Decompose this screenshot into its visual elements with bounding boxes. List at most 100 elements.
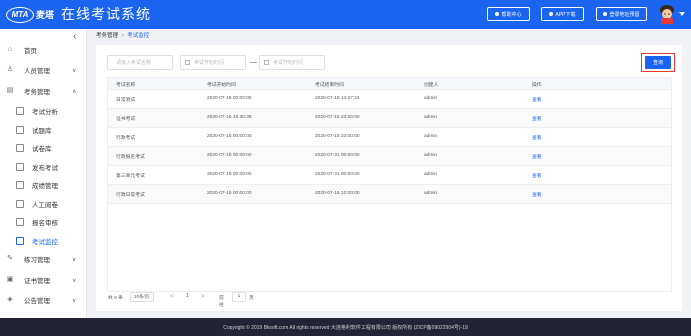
sidebar-item-announcement[interactable]: ◈ 公告管理 ∨: [0, 291, 87, 309]
analysis-icon: [16, 107, 24, 115]
start-time-cell: 2020-07-15 00:00:00: [207, 134, 252, 139]
chevron-down-icon: ∨: [72, 67, 77, 74]
table-header: 考试名称 考试开始时间 考试结束时间 创建人 操作: [108, 78, 671, 90]
avatar-dropdown-icon[interactable]: [679, 12, 685, 16]
exam-name-cell: 日常测试: [116, 98, 136, 103]
main-panel: 请输入考试名称 考试开始时间 — 考试开始时间 查询 考试名称 考试开始时间 考…: [96, 45, 682, 311]
top-header: MTA 麦塔 在线考试系统 帮助中心 APP下载 登录地址预留: [0, 0, 691, 29]
view-link[interactable]: 查看: [532, 115, 542, 122]
table-row: 第三单元考试 2020-07-15 00:00:00 2020-07-31 00…: [108, 166, 671, 185]
sidebar-subitem-label: 发布考试: [32, 165, 58, 172]
view-link[interactable]: 查看: [532, 172, 542, 179]
calendar-icon: [185, 60, 190, 65]
person-icon: ♙: [6, 66, 14, 73]
login-address-label: 登录地址预留: [609, 11, 640, 18]
creator-cell: admin: [424, 96, 438, 101]
sidebar-item-practice[interactable]: ✎ 练习管理 ∨: [0, 250, 87, 268]
sidebar-subitem-manual-grading[interactable]: 人工阅卷: [0, 195, 87, 213]
document-icon: ▤: [6, 87, 14, 94]
query-button[interactable]: 查询: [645, 56, 671, 69]
sidebar-subitem-label: 人工阅卷: [32, 202, 58, 209]
end-time-placeholder: 考试开始时间: [273, 60, 304, 66]
end-time-cell: 2020-07-31 00:00:00: [315, 172, 360, 177]
exam-name-cell: 证书考试: [116, 117, 136, 122]
breadcrumb: 考务管理 > 考试监控: [96, 31, 149, 39]
start-time-input[interactable]: 考试开始时间: [180, 55, 246, 70]
sidebar-subitem-label: 考试监控: [32, 239, 58, 246]
sidebar-item-label: 公告管理: [24, 298, 50, 305]
next-page-icon[interactable]: >: [201, 294, 205, 300]
sidebar-item-exam-affairs[interactable]: ▤ 考务管理 ∧: [0, 82, 87, 100]
sidebar: ‹ ⌂ 首页 ♙ 人员管理 ∨ ▤ 考务管理 ∧ 考试分析 试题库 试卷库 发布…: [0, 29, 87, 318]
table-row: 行政报名考试 2020-07-16 00:00:00 2020-07-31 00…: [108, 147, 671, 166]
login-address-button[interactable]: 登录地址预留: [596, 7, 647, 21]
sidebar-subitem-exam-monitor[interactable]: 考试监控: [0, 232, 87, 250]
sidebar-subitem-label: 试卷库: [32, 146, 52, 153]
breadcrumb-current: 考试监控: [127, 33, 150, 39]
app-title: 在线考试系统: [61, 6, 151, 22]
view-link[interactable]: 查看: [532, 96, 542, 103]
view-link[interactable]: 查看: [532, 153, 542, 160]
page-size-select[interactable]: 10条/页: [130, 292, 154, 302]
view-link[interactable]: 查看: [532, 134, 542, 141]
sidebar-subitem-paper-bank[interactable]: 试卷库: [0, 139, 87, 157]
table-row: 行政考试 2020-07-15 00:00:00 2020-07-15 23:0…: [108, 128, 671, 147]
logo-badge: MTA: [6, 6, 34, 23]
end-time-cell: 2020-07-15 23:00:00: [315, 134, 360, 139]
home-icon: ⌂: [7, 46, 13, 53]
chevron-down-icon: ∨: [72, 256, 77, 263]
sidebar-subitem-exam-analysis[interactable]: 考试分析: [0, 102, 87, 120]
end-time-cell: 2020-07-15 12:00:00: [315, 191, 360, 196]
start-time-cell: 2020-07-16 00:00:00: [207, 153, 252, 158]
sidebar-item-label: 证书管理: [24, 278, 50, 285]
exam-name-input[interactable]: 请输入考试名称: [107, 55, 173, 70]
column-header: 考试结束时间: [315, 83, 344, 88]
app-download-button[interactable]: APP下载: [541, 7, 584, 21]
announcement-icon: ◈: [7, 296, 13, 303]
avatar-icon[interactable]: [659, 4, 675, 24]
prev-page-icon[interactable]: <: [170, 294, 174, 300]
creator-cell: admin: [424, 153, 438, 158]
creator-cell: admin: [424, 134, 438, 139]
end-time-cell: 2020-07-31 00:00:00: [315, 153, 360, 158]
sidebar-item-personnel[interactable]: ♙ 人员管理 ∨: [0, 61, 87, 79]
creator-cell: admin: [424, 172, 438, 177]
sidebar-item-certificate[interactable]: ▣ 证书管理 ∨: [0, 271, 87, 289]
column-header: 考试开始时间: [207, 83, 236, 88]
publish-icon: [16, 163, 24, 171]
goto-page-input[interactable]: 1: [232, 292, 246, 302]
goto-label: 前往: [219, 296, 224, 308]
download-icon: [549, 12, 554, 16]
grading-icon: [16, 200, 24, 208]
end-time-cell: 2020-07-15 23:00:00: [315, 115, 360, 120]
creator-cell: admin: [424, 191, 438, 196]
page-number-current[interactable]: 1: [186, 293, 189, 299]
end-time-cell: 2020-07-16 14:27:24: [315, 96, 360, 101]
column-header: 考试名称: [116, 83, 136, 88]
sidebar-subitem-registration-review[interactable]: 报名审核: [0, 213, 87, 231]
page-size-value: 10条/页: [134, 294, 150, 299]
logo-suffix: 麦塔: [36, 10, 55, 20]
table-row: 证书考试 2020-07-15 16:30:36 2020-07-15 23:0…: [108, 109, 671, 128]
paper-bank-icon: [16, 144, 24, 152]
certificate-icon: ▣: [6, 276, 14, 283]
sidebar-item-label: 考务管理: [24, 89, 50, 96]
sidebar-subitem-publish-exam[interactable]: 发布考试: [0, 158, 87, 176]
start-time-cell: 2020-07-15 00:00:00: [207, 172, 252, 177]
goto-suffix: 页: [249, 296, 254, 301]
view-link[interactable]: 查看: [532, 191, 542, 198]
question-bank-icon: [16, 126, 24, 134]
sidebar-subitem-question-bank[interactable]: 试题库: [0, 121, 87, 139]
breadcrumb-parent[interactable]: 考务管理: [96, 33, 118, 39]
sidebar-item-home[interactable]: ⌂ 首页: [0, 41, 87, 59]
help-icon: [495, 12, 500, 16]
exam-name-cell: 第三单元考试: [116, 174, 145, 179]
end-time-input[interactable]: 考试开始时间: [259, 55, 325, 70]
score-icon: [16, 181, 24, 189]
review-icon: [16, 218, 24, 226]
sidebar-subitem-score-management[interactable]: 成绩管理: [0, 176, 87, 194]
app-download-label: APP下载: [555, 11, 576, 18]
start-time-cell: 2020-07-15 00:00:00: [207, 191, 252, 196]
help-center-button[interactable]: 帮助中心: [487, 7, 530, 21]
breadcrumb-separator: >: [121, 33, 125, 39]
